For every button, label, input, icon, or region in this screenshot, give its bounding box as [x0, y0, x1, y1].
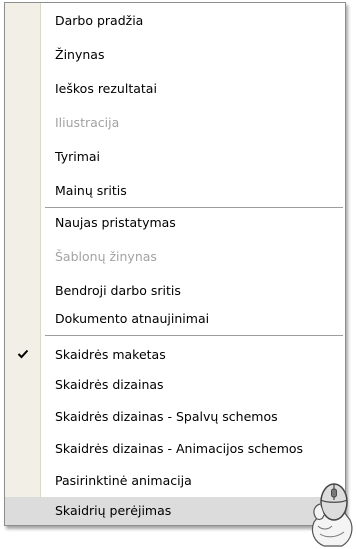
menu-item-label: Bendroji darbo sritis — [55, 283, 181, 298]
menu-item-darbo-pradzia[interactable]: Darbo pradžia — [5, 7, 345, 35]
menu-item-label: Naujas pristatymas — [55, 215, 176, 230]
menu-item-label: Žinynas — [55, 47, 105, 62]
menu-item-bendroji-darbo-sritis[interactable]: Bendroji darbo sritis — [5, 277, 345, 305]
check-icon — [17, 349, 29, 359]
menu-item-skaidres-dizainas[interactable]: Skaidrės dizainas — [5, 371, 345, 399]
task-pane-menu: Darbo pradžia Žinynas Ieškos rezultatai … — [4, 2, 346, 526]
menu-item-skaidres-maketas[interactable]: Skaidrės maketas — [5, 341, 345, 369]
menu-item-skaidres-dizainas-animacijos-schemos[interactable]: Skaidrės dizainas - Animacijos schemos — [5, 435, 345, 463]
menu-separator — [45, 207, 343, 208]
menu-item-iliustracija: Iliustracija — [5, 109, 345, 137]
menu-item-naujas-pristatymas[interactable]: Naujas pristatymas — [5, 209, 345, 237]
menu-item-label: Dokumento atnaujinimai — [55, 311, 210, 326]
menu-item-label: Darbo pradžia — [55, 13, 144, 28]
menu-item-dokumento-atnaujinimai[interactable]: Dokumento atnaujinimai — [5, 305, 345, 333]
menu-item-label: Skaidrių perėjimas — [55, 503, 172, 518]
menu-item-sablonu-zinynas: Šablonų žinynas — [5, 243, 345, 271]
menu-item-label: Skaidrės maketas — [55, 347, 166, 362]
menu-item-label: Skaidrės dizainas — [55, 377, 164, 392]
menu-item-label: Šablonų žinynas — [55, 249, 157, 264]
menu-item-mainu-sritis[interactable]: Mainų sritis — [5, 177, 345, 205]
menu-item-pasirinktine-animacija[interactable]: Pasirinktinė animacija — [5, 467, 345, 495]
menu-item-label: Mainų sritis — [55, 183, 127, 198]
menu-item-label: Skaidrės dizainas - Spalvų schemos — [55, 409, 278, 424]
menu-item-zinynas[interactable]: Žinynas — [5, 41, 345, 69]
menu-item-label: Tyrimai — [55, 149, 101, 164]
menu-separator — [45, 335, 343, 336]
menu-item-tyrimai[interactable]: Tyrimai — [5, 143, 345, 171]
menu-item-label: Skaidrės dizainas - Animacijos schemos — [55, 441, 304, 456]
menu-item-label: Ieškos rezultatai — [55, 81, 157, 96]
menu-item-ieskos-rezultatai[interactable]: Ieškos rezultatai — [5, 75, 345, 103]
menu-item-label: Pasirinktinė animacija — [55, 473, 192, 488]
menu-item-label: Iliustracija — [55, 115, 120, 130]
menu-item-skaidres-dizainas-spalvu-schemos[interactable]: Skaidrės dizainas - Spalvų schemos — [5, 403, 345, 431]
mouse-pointer-icon — [311, 483, 353, 547]
menu-item-skaidriu-perejimas[interactable]: Skaidrių perėjimas — [5, 497, 345, 525]
